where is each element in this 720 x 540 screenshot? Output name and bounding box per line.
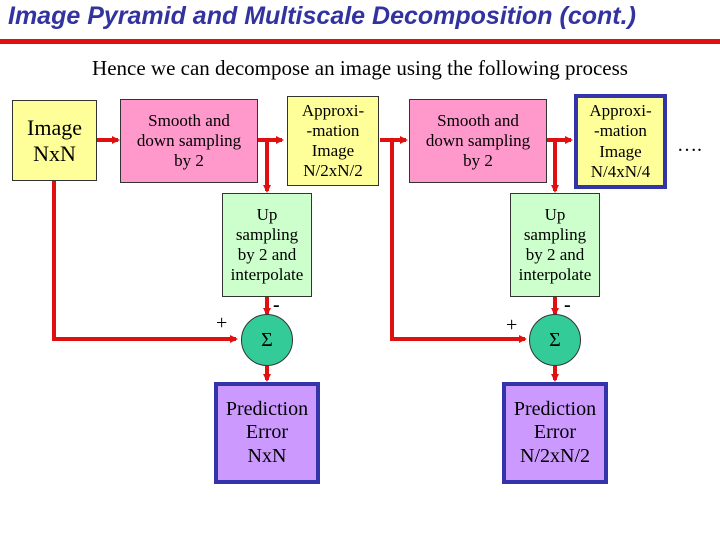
minus-sign-2: - <box>564 294 571 316</box>
smooth-downsample-block-1: Smooth and down sampling by 2 <box>120 99 258 183</box>
plus-sign-1: + <box>216 312 228 334</box>
prediction-error-block-2: Prediction Error N/2xN/2 <box>502 382 608 484</box>
prediction-error-block-1: Prediction Error NxN <box>214 382 320 484</box>
connector-arrows <box>52 136 573 382</box>
arrow-input-to-sum1 <box>52 180 238 343</box>
summation-node-2: Σ <box>529 314 581 366</box>
upsample-interpolate-block-2: Up sampling by 2 and interpolate <box>510 193 600 297</box>
minus-sign-1: - <box>273 294 280 316</box>
approximation-image-block-1: Approxi- -mation Image N/2xN/2 <box>287 96 379 186</box>
continuation-ellipsis: …. <box>677 134 702 156</box>
smooth-downsample-block-2: Smooth and down sampling by 2 <box>409 99 547 183</box>
plus-sign-2: + <box>506 314 518 336</box>
summation-node-1: Σ <box>241 314 293 366</box>
upsample-interpolate-block-1: Up sampling by 2 and interpolate <box>222 193 312 297</box>
approximation-image-block-2: Approxi- -mation Image N/4xN/4 <box>574 94 667 189</box>
input-image-block: Image NxN <box>12 100 97 181</box>
